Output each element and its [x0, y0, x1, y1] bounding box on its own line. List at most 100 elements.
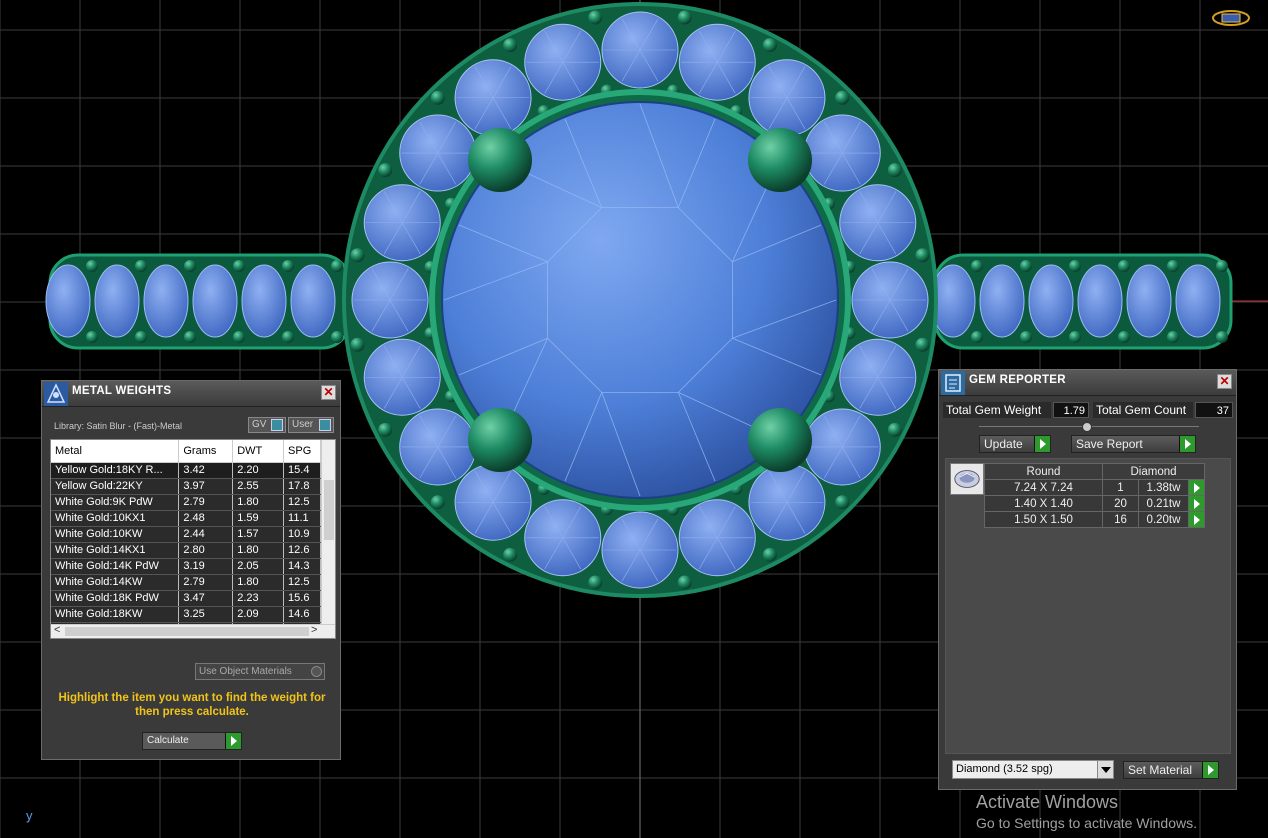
gem-reporter-titlebar[interactable]: GEM REPORTER ✕ [939, 370, 1236, 396]
gem-row[interactable]: 7.24 X 7.24 1 1.38tw [984, 479, 1205, 496]
axis-indicator: y [26, 808, 33, 823]
table-cell: Yellow Gold:18KY R... [51, 462, 180, 479]
table-cell: White Gold:18K PdW [51, 590, 180, 607]
material-dropdown[interactable]: Diamond (3.52 spg) [952, 760, 1114, 779]
calculate-label: Calculate [147, 735, 189, 746]
column-header-metal[interactable]: Metal [51, 440, 180, 463]
save-report-button[interactable]: Save Report [1071, 435, 1196, 453]
metal-weights-titlebar[interactable]: METAL WEIGHTS ✕ [42, 381, 340, 407]
gem-size: 7.24 X 7.24 [984, 479, 1103, 496]
scroll-thumb[interactable] [65, 627, 309, 636]
play-arrow-icon [1034, 436, 1050, 452]
horizontal-scrollbar[interactable]: < > [51, 624, 335, 638]
table-cell: 1.80 [232, 574, 285, 591]
prong [748, 128, 812, 192]
table-cell: 1.59 [232, 510, 285, 527]
update-button[interactable]: Update [979, 435, 1051, 453]
table-cell: 2.05 [232, 558, 285, 575]
use-object-materials-label: Use Object Materials [199, 666, 292, 677]
table-cell: 3.19 [178, 558, 234, 575]
column-header-grams[interactable]: Grams [178, 440, 234, 463]
prong [468, 128, 532, 192]
table-cell: 12.5 [283, 574, 321, 591]
gem-row[interactable]: 1.40 X 1.40 20 0.21tw [984, 495, 1205, 512]
play-arrow-icon [1179, 436, 1195, 452]
user-toggle[interactable]: User [288, 417, 334, 433]
gv-toggle[interactable]: GV [248, 417, 286, 433]
gem-row[interactable]: 1.50 X 1.50 16 0.20tw [984, 511, 1205, 528]
chevron-down-icon[interactable] [1097, 761, 1113, 778]
calculate-button[interactable]: Calculate [142, 732, 242, 750]
column-header-spg[interactable]: SPG [283, 440, 321, 463]
panel-title: GEM REPORTER [969, 374, 1066, 386]
prong [748, 408, 812, 472]
gem-weight: 0.21tw [1138, 495, 1189, 512]
table-cell: White Gold:18KW [51, 606, 180, 623]
column-header-dwt[interactable]: DWT [232, 440, 285, 463]
table-row[interactable]: White Gold:10KX1 2.48 1.59 11.1 [51, 510, 321, 527]
table-row[interactable]: White Gold:9K PdW 2.79 1.80 12.5 [51, 494, 321, 511]
panel-divider-slider[interactable] [979, 422, 1199, 432]
gem-weight: 1.38tw [1138, 479, 1189, 496]
metal-table[interactable]: Metal Grams DWT SPG Yellow Gold:18KY R..… [50, 439, 336, 639]
toggle-knob [271, 419, 283, 431]
table-row[interactable]: White Gold:14KX1 2.80 1.80 12.6 [51, 542, 321, 559]
table-cell: 2.55 [232, 478, 285, 495]
table-cell: White Gold:9K PdW [51, 494, 180, 511]
table-cell: 3.47 [178, 590, 234, 607]
table-row[interactable]: White Gold:10KW 2.44 1.57 10.9 [51, 526, 321, 543]
scroll-left-arrow[interactable]: < [54, 624, 60, 636]
table-cell: 2.79 [178, 574, 234, 591]
gem-table[interactable]: Round Diamond 7.24 X 7.24 1 1.38tw 1.40 X 1… [984, 463, 1205, 528]
table-cell: Yellow Gold:22KY [51, 478, 180, 495]
scroll-right-arrow[interactable]: > [311, 624, 317, 636]
table-cell: 15.4 [283, 462, 321, 479]
round-diamond-icon[interactable] [950, 463, 984, 495]
toggle-knob [319, 419, 331, 431]
table-cell: 14.6 [283, 606, 321, 623]
table-cell: 2.79 [178, 494, 234, 511]
set-material-label: Set Material [1128, 763, 1193, 777]
library-label: Library: Satin Blur - (Fast)-Metal [54, 421, 183, 431]
table-cell: 3.42 [178, 462, 234, 479]
metal-weights-icon [44, 382, 68, 406]
play-arrow-icon[interactable] [1188, 479, 1205, 496]
table-cell: 17.8 [283, 478, 321, 495]
3d-viewport[interactable]: y METAL WEIGHTS ✕ Library: Satin Blur - … [0, 0, 1268, 838]
instruction-text: Highlight the item you want to find the … [58, 692, 326, 718]
close-button[interactable]: ✕ [1217, 374, 1232, 389]
update-label: Update [984, 437, 1023, 451]
close-button[interactable]: ✕ [321, 385, 336, 400]
table-cell: White Gold:14KW [51, 574, 180, 591]
material-selected-value: Diamond (3.52 spg) [956, 763, 1053, 775]
table-row[interactable]: Yellow Gold:18KY R... 3.42 2.20 15.4 [51, 462, 321, 479]
view-cube-icon[interactable] [1211, 8, 1251, 28]
scroll-thumb[interactable] [324, 480, 334, 540]
table-cell: White Gold:14KX1 [51, 542, 180, 559]
gem-size: 1.40 X 1.40 [984, 495, 1103, 512]
table-row[interactable]: White Gold:14KW 2.79 1.80 12.5 [51, 574, 321, 591]
table-row[interactable]: White Gold:18KW 3.25 2.09 14.6 [51, 606, 321, 623]
table-row[interactable]: White Gold:14K PdW 3.19 2.05 14.3 [51, 558, 321, 575]
gem-size: 1.50 X 1.50 [984, 511, 1103, 528]
slider-knob[interactable] [1082, 422, 1092, 432]
table-cell: 12.6 [283, 542, 321, 559]
table-row[interactable]: Yellow Gold:22KY 3.97 2.55 17.8 [51, 478, 321, 495]
use-object-materials-toggle[interactable]: Use Object Materials [195, 663, 325, 680]
set-material-button[interactable]: Set Material [1123, 761, 1219, 779]
table-row[interactable]: White Gold:18K PdW 3.47 2.23 15.6 [51, 590, 321, 607]
table-cell: 3.25 [178, 606, 234, 623]
gem-list-area[interactable]: Round Diamond 7.24 X 7.24 1 1.38tw 1.40 X 1… [945, 458, 1231, 754]
table-cell: 1.80 [232, 542, 285, 559]
table-cell: 14.3 [283, 558, 321, 575]
total-gem-count-label: Total Gem Count [1093, 402, 1193, 418]
table-cell: 15.6 [283, 590, 321, 607]
table-cell: 10.9 [283, 526, 321, 543]
table-cell: 2.44 [178, 526, 234, 543]
gem-count: 1 [1102, 479, 1139, 496]
play-arrow-icon[interactable] [1188, 511, 1205, 528]
play-arrow-icon[interactable] [1188, 495, 1205, 512]
table-cell: 2.80 [178, 542, 234, 559]
vertical-scrollbar[interactable] [321, 440, 335, 626]
table-cell: 2.48 [178, 510, 234, 527]
